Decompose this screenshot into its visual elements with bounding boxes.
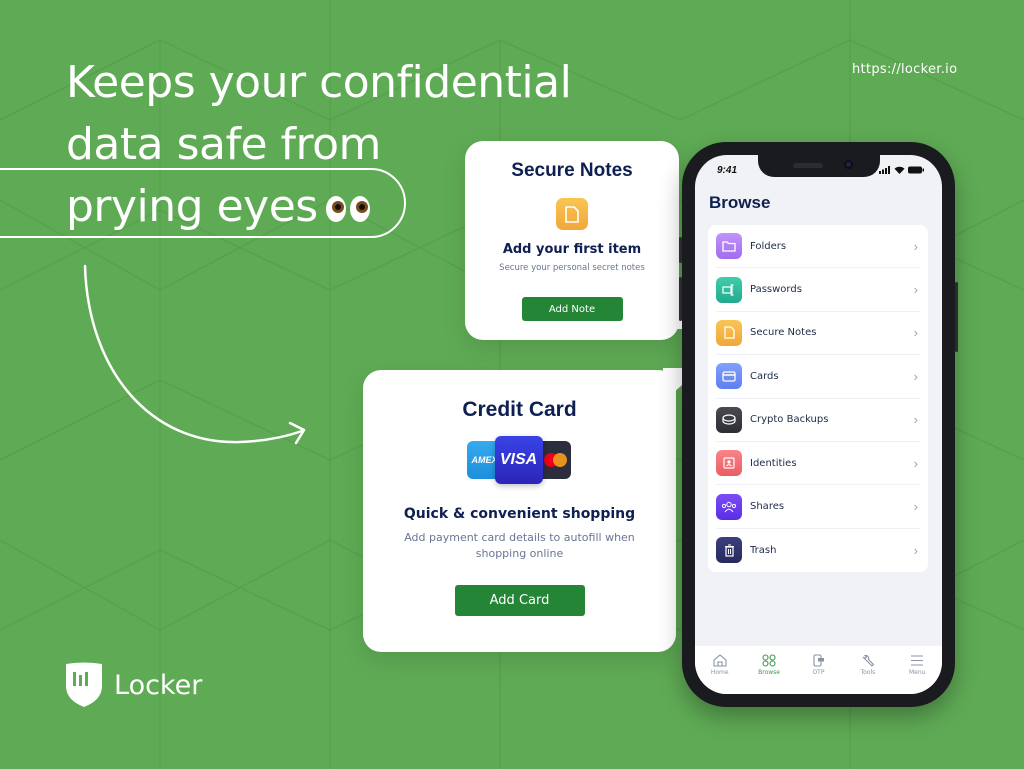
- chevron-right-icon: ›: [913, 455, 918, 471]
- secure-notes-title: Secure Notes: [511, 160, 633, 181]
- credit-card-card: Credit Card AMEX VISA Quick & convenient…: [363, 368, 701, 652]
- phone-mockup: 9:41 Browse Folders › Passwords › Secure N…: [679, 142, 958, 707]
- grid-icon: [762, 654, 776, 667]
- browse-item-passwords[interactable]: Passwords ›: [716, 268, 920, 312]
- phone-screen: 9:41 Browse Folders › Passwords › Secure N…: [695, 155, 942, 694]
- shield-logo-icon: [66, 662, 102, 707]
- trash-icon: [716, 537, 742, 564]
- tab-home[interactable]: Home: [698, 654, 742, 694]
- menu-icon: [911, 655, 924, 666]
- chevron-right-icon: ›: [913, 368, 918, 384]
- chevron-right-icon: ›: [913, 282, 918, 298]
- browse-item-label: Passwords: [750, 284, 802, 296]
- wifi-icon: [894, 166, 905, 174]
- browse-item-label: Secure Notes: [750, 327, 817, 339]
- tab-otp[interactable]: OTP: [796, 654, 840, 694]
- browse-item-label: Identities: [750, 457, 797, 469]
- add-card-button[interactable]: Add Card: [454, 585, 585, 616]
- chevron-right-icon: ›: [913, 499, 918, 515]
- secure-notes-description: Secure your personal secret notes: [499, 263, 645, 273]
- browse-item-label: Folders: [750, 240, 787, 252]
- home-icon: [713, 654, 727, 667]
- brand-name: Locker: [114, 669, 203, 701]
- credit-card-description: Add payment card details to autofill whe…: [404, 531, 635, 560]
- chevron-right-icon: ›: [913, 325, 918, 341]
- camera: [844, 160, 853, 169]
- browse-item-folders[interactable]: Folders ›: [716, 225, 920, 269]
- phone-side-button: [679, 277, 682, 321]
- wrench-icon: [862, 654, 875, 667]
- browse-item-identities[interactable]: Identities ›: [716, 442, 920, 486]
- status-icons: [879, 166, 924, 174]
- identity-icon: [716, 450, 742, 477]
- credit-card-title: Credit Card: [462, 398, 577, 421]
- phone-side-button: [679, 237, 682, 263]
- note-icon: [716, 319, 742, 346]
- tab-menu[interactable]: Menu: [895, 654, 939, 694]
- browse-item-label: Shares: [750, 501, 785, 513]
- shares-icon: [716, 493, 742, 520]
- password-icon: [716, 276, 742, 303]
- browse-item-crypto-backups[interactable]: Crypto Backups ›: [716, 399, 920, 442]
- tab-tools[interactable]: Tools: [846, 654, 890, 694]
- signal-icon: [879, 166, 890, 174]
- card-brands: AMEX VISA: [466, 436, 573, 484]
- browse-list: Folders › Passwords › Secure Notes › Cards ›…: [708, 225, 928, 573]
- note-icon: [556, 198, 588, 230]
- tab-browse[interactable]: Browse: [747, 654, 791, 694]
- chevron-right-icon: ›: [913, 542, 918, 558]
- secure-notes-subtitle: Add your first item: [502, 242, 642, 257]
- tab-label: Browse: [758, 669, 780, 676]
- credit-card-subtitle: Quick & convenient shopping: [403, 506, 636, 522]
- tab-label: OTP: [812, 669, 825, 676]
- browse-item-cards[interactable]: Cards ›: [716, 355, 920, 399]
- tab-label: Home: [710, 669, 729, 676]
- add-note-button[interactable]: Add Note: [521, 297, 623, 321]
- battery-icon: [908, 166, 924, 174]
- browse-item-label: Trash: [750, 544, 777, 556]
- folder-icon: [716, 233, 742, 260]
- browse-title: Browse: [709, 193, 771, 212]
- crypto-icon: [716, 406, 742, 433]
- browse-item-secure-notes[interactable]: Secure Notes ›: [716, 312, 920, 356]
- otp-icon: [813, 654, 825, 667]
- phone-side-button: [955, 282, 958, 352]
- tab-label: Menu: [909, 669, 926, 676]
- tab-bar: Home Browse OTP Tools Menu: [695, 646, 942, 694]
- locker-logo: Locker: [64, 662, 202, 708]
- browse-item-shares[interactable]: Shares ›: [716, 485, 920, 529]
- browse-item-trash[interactable]: Trash ›: [716, 529, 920, 572]
- secure-notes-card: Secure Notes Add your first item Secure …: [465, 141, 707, 340]
- browse-item-label: Crypto Backups: [750, 414, 829, 426]
- chevron-right-icon: ›: [913, 412, 918, 428]
- chevron-right-icon: ›: [913, 238, 918, 254]
- browse-item-label: Cards: [750, 370, 779, 382]
- phone-notch: [758, 155, 880, 177]
- card-icon: [716, 363, 742, 390]
- speaker: [793, 163, 823, 168]
- tab-label: Tools: [860, 669, 876, 676]
- visa-card-icon: VISA: [494, 436, 543, 484]
- status-time: 9:41: [717, 165, 738, 176]
